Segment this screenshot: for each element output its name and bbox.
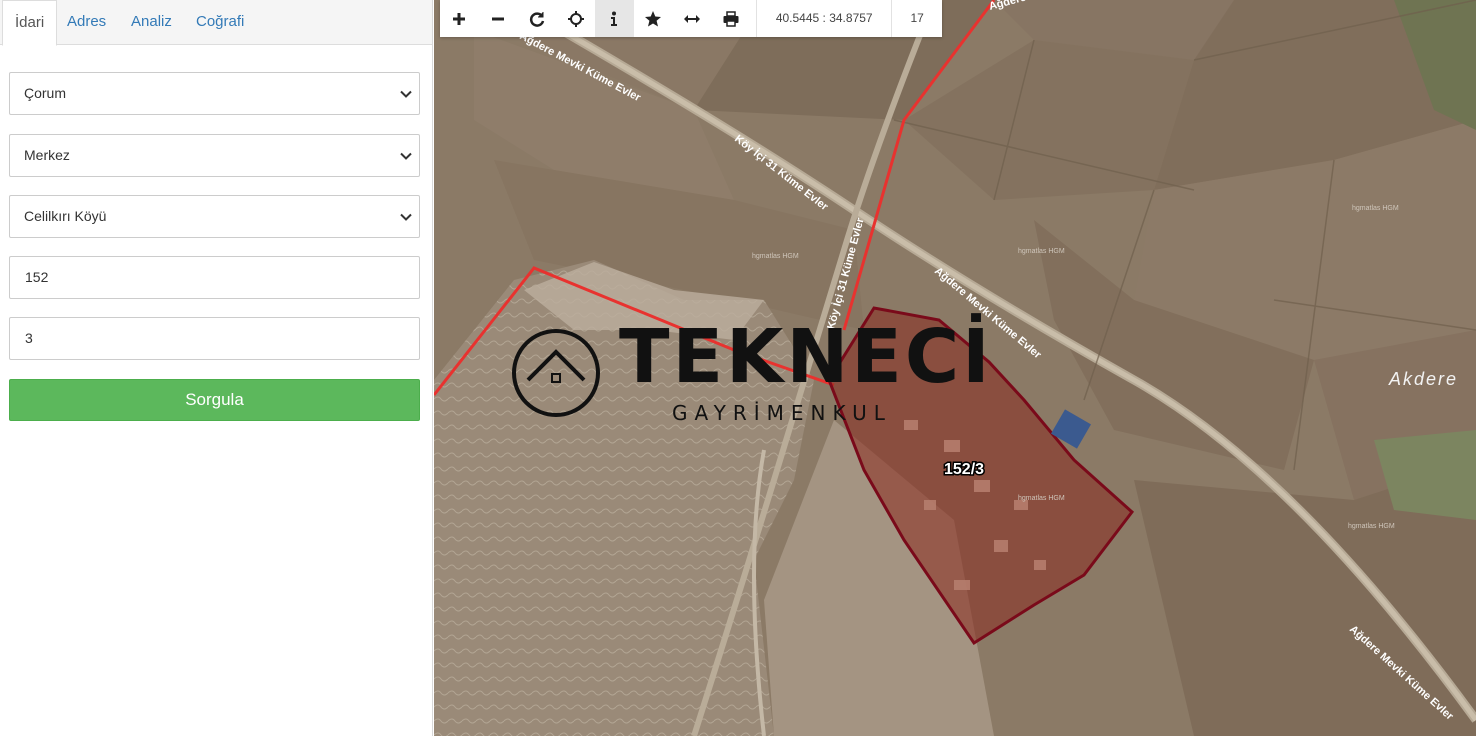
hgm-label: hgmatlas HGM	[1018, 495, 1065, 502]
print-icon	[723, 10, 739, 27]
crosshair-icon	[567, 10, 584, 27]
hgm-label: hgmatlas HGM	[1018, 248, 1065, 255]
neighborhood-select[interactable]: Celilkırı Köyü	[9, 195, 420, 238]
parcel-label: 152/3	[944, 461, 984, 478]
zoom-out-button[interactable]	[479, 0, 518, 37]
province-select-value: Çorum	[24, 85, 67, 101]
tab-bar: İdari Adres Analiz Coğrafi	[0, 0, 432, 46]
print-button[interactable]	[711, 0, 750, 37]
block-input[interactable]: 152	[9, 256, 420, 299]
measure-button[interactable]	[673, 0, 712, 37]
hgm-label: hgmatlas HGM	[752, 253, 799, 260]
query-button[interactable]: Sorgula	[9, 379, 420, 421]
place-label: Akdere	[1388, 369, 1458, 389]
tab-cografi[interactable]: Coğrafi	[184, 0, 256, 45]
info-icon	[611, 11, 618, 26]
tab-adres[interactable]: Adres	[55, 0, 118, 45]
satellite-imagery: Ağdere Mevki Küme Evler Köy İçi 31 Küme …	[434, 0, 1476, 736]
chevron-down-icon	[400, 152, 412, 160]
query-panel: İdari Adres Analiz Coğrafi Çorum Merkez …	[0, 0, 433, 736]
chevron-down-icon	[400, 213, 412, 221]
minus-icon	[492, 17, 505, 20]
province-select[interactable]: Çorum	[9, 72, 420, 115]
measure-icon	[683, 14, 700, 23]
map-view[interactable]: Ağdere Mevki Küme Evler Köy İçi 31 Küme …	[434, 0, 1476, 736]
zoom-in-button[interactable]	[440, 0, 479, 37]
watermark-title: TEKNECİ	[619, 312, 993, 400]
parcel-input-value: 3	[25, 330, 33, 346]
tab-idari[interactable]: İdari	[2, 0, 58, 46]
favorite-button[interactable]	[634, 0, 673, 37]
district-select[interactable]: Merkez	[9, 134, 420, 177]
hgm-label: hgmatlas HGM	[1352, 205, 1399, 212]
zoom-level: 17	[910, 11, 924, 25]
chevron-down-icon	[400, 90, 412, 98]
map-toolbar: 40.5445 : 34.8757 17	[440, 0, 942, 37]
info-button[interactable]	[595, 0, 634, 37]
watermark-subtitle: GAYRİMENKUL	[672, 401, 892, 425]
district-select-value: Merkez	[24, 147, 70, 163]
plus-icon	[453, 12, 466, 25]
coordinate-readout: 40.5445 : 34.8757	[756, 0, 893, 37]
parcel-input[interactable]: 3	[9, 317, 420, 360]
refresh-button[interactable]	[518, 0, 557, 37]
refresh-icon	[529, 11, 545, 27]
neighborhood-select-value: Celilkırı Köyü	[24, 208, 107, 224]
hgm-label: hgmatlas HGM	[1348, 523, 1395, 530]
block-input-value: 152	[25, 269, 49, 285]
star-icon	[645, 10, 662, 26]
locate-button[interactable]	[556, 0, 595, 37]
tab-analiz[interactable]: Analiz	[119, 0, 184, 45]
